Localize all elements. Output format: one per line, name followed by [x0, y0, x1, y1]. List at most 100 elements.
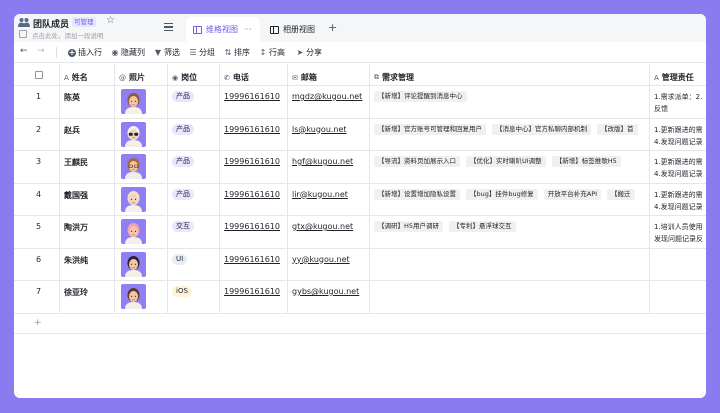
phone-cell[interactable]: 19996161610 — [220, 183, 288, 215]
photo-cell[interactable] — [115, 216, 168, 248]
role-cell[interactable]: UI — [168, 248, 220, 280]
avatar[interactable] — [121, 251, 146, 277]
column-header-requirements[interactable]: ⧉ 需求管理 — [370, 64, 650, 85]
management-cell[interactable] — [650, 281, 706, 313]
role-cell[interactable]: iOS — [168, 281, 220, 313]
email-cell[interactable]: lir@kugou.net — [288, 183, 370, 215]
insert-row-button[interactable]: + 插入行 — [68, 47, 102, 58]
phone-link[interactable]: 19996161610 — [224, 222, 280, 231]
requirements-cell[interactable]: 【新增】官方账号可管理和回复用户 【消息中心】官方私聊内部机制 【改版】首 — [370, 118, 650, 150]
name-cell[interactable]: 戴国强 — [60, 183, 115, 215]
email-cell[interactable]: hgf@kugou.net — [288, 151, 370, 183]
email-cell[interactable]: mgdz@kugou.net — [288, 86, 370, 118]
name-cell[interactable]: 徐亚玲 — [60, 281, 115, 313]
role-cell[interactable]: 产品 — [168, 86, 220, 118]
phone-link[interactable]: 19996161610 — [224, 287, 280, 296]
requirement-tag[interactable]: 开放平台补充API — [543, 188, 602, 200]
requirement-tag[interactable]: 【专利】悬浮球交互 — [449, 221, 516, 232]
name-cell[interactable]: 赵兵 — [60, 118, 115, 150]
requirement-tag[interactable]: 【搬迁 — [607, 188, 635, 200]
tab-more-icon[interactable]: ··· — [244, 25, 252, 34]
email-link[interactable]: gtx@kugou.net — [292, 222, 353, 231]
photo-cell[interactable] — [115, 281, 168, 313]
email-cell[interactable]: ls@kugou.net — [288, 118, 370, 150]
role-cell[interactable]: 产品 — [168, 183, 220, 215]
management-cell[interactable]: 1.培训人员使用 发现问题记录反 — [650, 216, 706, 248]
name-cell[interactable]: 朱洪纯 — [60, 248, 115, 280]
management-cell[interactable]: 1.需求派单：2. 反馈 — [650, 86, 706, 118]
add-row[interactable]: + — [14, 314, 706, 334]
table-row[interactable]: 4 戴国强 产品 19996161610 lir@kugou.net 【新增】设置增加隐私… — [14, 183, 706, 216]
tab-album-view[interactable]: 相册视图 — [267, 17, 327, 42]
phone-cell[interactable]: 19996161610 — [220, 281, 288, 313]
avatar[interactable] — [121, 219, 146, 244]
tab-grid-view[interactable]: 维格视图 ··· — [186, 17, 260, 42]
email-link[interactable]: yy@kugou.net — [292, 255, 350, 264]
column-header-photo[interactable]: @ 照片 — [115, 64, 168, 85]
email-link[interactable]: ls@kugou.net — [292, 125, 347, 134]
requirement-tag[interactable]: 【新增】官方账号可管理和回复用户 — [374, 123, 486, 135]
requirement-tag[interactable]: 【优化】实时喇叭UI调整 — [466, 156, 546, 167]
role-cell[interactable]: 交互 — [168, 216, 220, 248]
role-cell[interactable]: 产品 — [168, 151, 220, 183]
filter-button[interactable]: ▼ 筛选 — [154, 47, 180, 58]
requirement-tag[interactable]: 【新增】设置增加隐私设置 — [374, 188, 460, 200]
add-view-icon[interactable]: + — [328, 22, 337, 33]
menu-icon[interactable] — [164, 23, 173, 31]
email-cell[interactable]: gtx@kugou.net — [288, 216, 370, 248]
table-row[interactable]: 5 陶洪万 交互 19996161610 gtx@kugou.net 【调研】H5用户调研… — [14, 216, 706, 249]
avatar[interactable] — [121, 89, 146, 114]
table-row[interactable]: 6 朱洪纯 UI 19996161610 yy@kugou.net — [14, 248, 706, 281]
column-header-role[interactable]: ◉ 岗位 — [168, 64, 220, 85]
requirement-tag[interactable]: 【新增】标签推歌H5 — [551, 156, 621, 167]
add-row-icon[interactable]: + — [34, 318, 42, 328]
name-cell[interactable]: 陶洪万 — [60, 216, 115, 248]
phone-link[interactable]: 19996161610 — [224, 255, 280, 264]
table-row[interactable]: 3 王麒民 产品 19996161610 hgf@kugou.net 【导流】资料页加展示… — [14, 151, 706, 184]
phone-cell[interactable]: 19996161610 — [220, 151, 288, 183]
requirements-cell[interactable] — [370, 281, 650, 313]
name-cell[interactable]: 陈英 — [60, 86, 115, 118]
photo-cell[interactable] — [115, 151, 168, 183]
column-header-management[interactable]: A 管理责任 — [650, 64, 706, 85]
avatar[interactable] — [121, 284, 146, 309]
requirements-cell[interactable]: 【新增】设置增加隐私设置 【bug】挂件bug修复 开放平台补充API 【搬迁 — [370, 183, 650, 215]
requirement-tag[interactable]: 【新增】评论提醒到消息中心 — [374, 91, 467, 102]
name-cell[interactable]: 王麒民 — [60, 151, 115, 183]
requirements-cell[interactable]: 【新增】评论提醒到消息中心 — [370, 86, 650, 118]
management-cell[interactable]: 1.更新跟进的需 4.发现问题记录 — [650, 119, 706, 151]
column-header-name[interactable]: A 姓名 — [60, 64, 115, 85]
email-cell[interactable]: gybs@kugou.net — [288, 281, 370, 313]
email-cell[interactable]: yy@kugou.net — [288, 248, 370, 280]
table-row[interactable]: 7 徐亚玲 iOS 19996161610 gybs@kugou.net — [14, 281, 706, 314]
redo-icon[interactable]: → — [37, 46, 45, 56]
email-link[interactable]: hgf@kugou.net — [292, 157, 353, 166]
requirements-cell[interactable]: 【导流】资料页加展示入口 【优化】实时喇叭UI调整 【新增】标签推歌H5 — [370, 151, 650, 183]
undo-icon[interactable]: ← — [20, 46, 28, 56]
email-link[interactable]: lir@kugou.net — [292, 190, 348, 199]
avatar[interactable] — [121, 121, 146, 147]
requirement-tag[interactable]: 【bug】挂件bug修复 — [466, 188, 538, 200]
phone-cell[interactable]: 19996161610 — [220, 118, 288, 150]
doc-description[interactable]: 点击此处，添加一段说明 — [32, 30, 104, 40]
photo-cell[interactable] — [115, 248, 168, 280]
phone-link[interactable]: 19996161610 — [224, 92, 280, 101]
hide-columns-button[interactable]: ◉ 隐藏列 — [111, 47, 146, 58]
sort-button[interactable]: ⇅ 排序 — [224, 47, 250, 58]
select-all-checkbox[interactable] — [35, 71, 43, 79]
management-cell[interactable] — [650, 249, 706, 281]
phone-link[interactable]: 19996161610 — [224, 125, 280, 134]
phone-link[interactable]: 19996161610 — [224, 157, 280, 166]
column-header-phone[interactable]: ✆ 电话 — [220, 64, 288, 85]
requirement-tag[interactable]: 【改版】首 — [597, 123, 638, 135]
management-cell[interactable]: 1.更新跟进的需 4.发现问题记录 — [650, 151, 706, 183]
email-link[interactable]: gybs@kugou.net — [292, 287, 359, 296]
doc-title[interactable]: 团队成员 — [33, 17, 69, 30]
photo-cell[interactable] — [115, 183, 168, 215]
table-row[interactable]: 1 陈英 产品 19996161610 mgdz@kugou.net 【新增】评论提醒到消… — [14, 86, 706, 119]
requirements-cell[interactable] — [370, 248, 650, 280]
row-height-button[interactable]: ↕ 行高 — [259, 47, 285, 58]
avatar[interactable] — [121, 186, 146, 212]
star-icon[interactable]: ☆ — [106, 16, 116, 26]
requirements-cell[interactable]: 【调研】H5用户调研 【专利】悬浮球交互 — [370, 216, 650, 248]
